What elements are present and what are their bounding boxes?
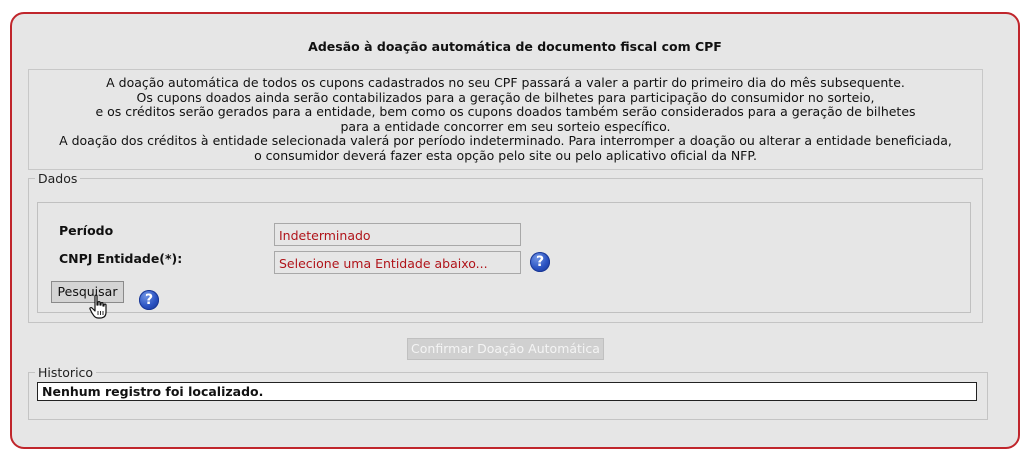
info-box: A doação automática de todos os cupons c… <box>28 69 983 170</box>
info-line: A doação dos créditos à entidade selecio… <box>59 133 952 149</box>
cnpj-label: CNPJ Entidade(*): <box>59 251 183 266</box>
info-line: Os cupons doados ainda serão contabiliza… <box>136 89 875 105</box>
cnpj-field[interactable]: Selecione uma Entidade abaixo... <box>274 251 521 274</box>
confirm-donation-button[interactable]: Confirmar Doação Automática <box>407 338 604 360</box>
hand-cursor-icon <box>89 294 107 319</box>
question-mark-icon[interactable]: ? <box>530 252 550 272</box>
info-line: e os créditos serão gerados para a entid… <box>95 104 916 120</box>
periodo-field[interactable]: Indeterminado <box>274 223 521 246</box>
dados-legend: Dados <box>38 171 78 186</box>
historico-legend: Historico <box>38 365 94 380</box>
historico-message: Nenhum registro foi localizado. <box>37 382 977 401</box>
page-title: Adesão à doação automática de documento … <box>308 39 722 54</box>
info-line: A doação automática de todos os cupons c… <box>106 75 905 90</box>
info-line: o consumidor deverá fazer esta opção pel… <box>254 147 757 163</box>
info-line: para a entidade concorrer em seu sorteio… <box>340 118 671 134</box>
question-mark-icon[interactable]: ? <box>139 290 159 310</box>
periodo-label: Período <box>59 223 114 238</box>
